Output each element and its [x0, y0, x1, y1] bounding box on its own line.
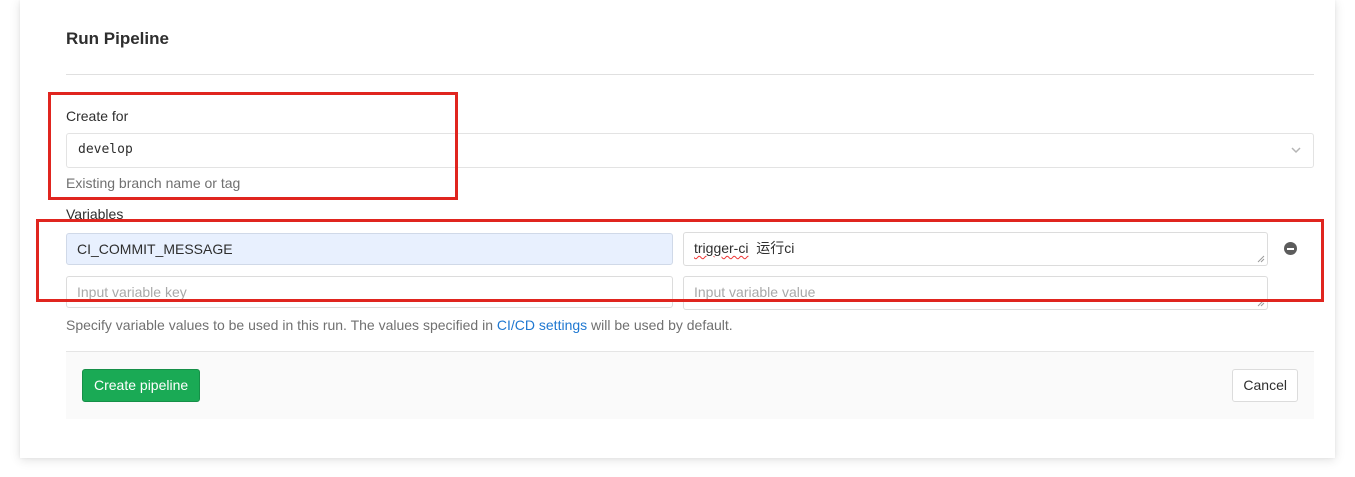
page-title: Run Pipeline — [66, 29, 169, 48]
annotation-box-ref — [48, 92, 458, 200]
ci-cd-settings-link[interactable]: CI/CD settings — [497, 317, 587, 333]
title-divider — [66, 74, 1314, 75]
variables-help-before: Specify variable values to be used in th… — [66, 317, 497, 333]
form-actions: Create pipeline Cancel — [66, 351, 1314, 419]
variables-help-text: Specify variable values to be used in th… — [66, 317, 733, 333]
annotation-box-variables — [36, 219, 1324, 302]
create-pipeline-button[interactable]: Create pipeline — [82, 369, 201, 402]
cancel-button[interactable]: Cancel — [1232, 369, 1298, 402]
variables-help-after: will be used by default. — [587, 317, 733, 333]
chevron-down-icon — [1291, 147, 1301, 154]
